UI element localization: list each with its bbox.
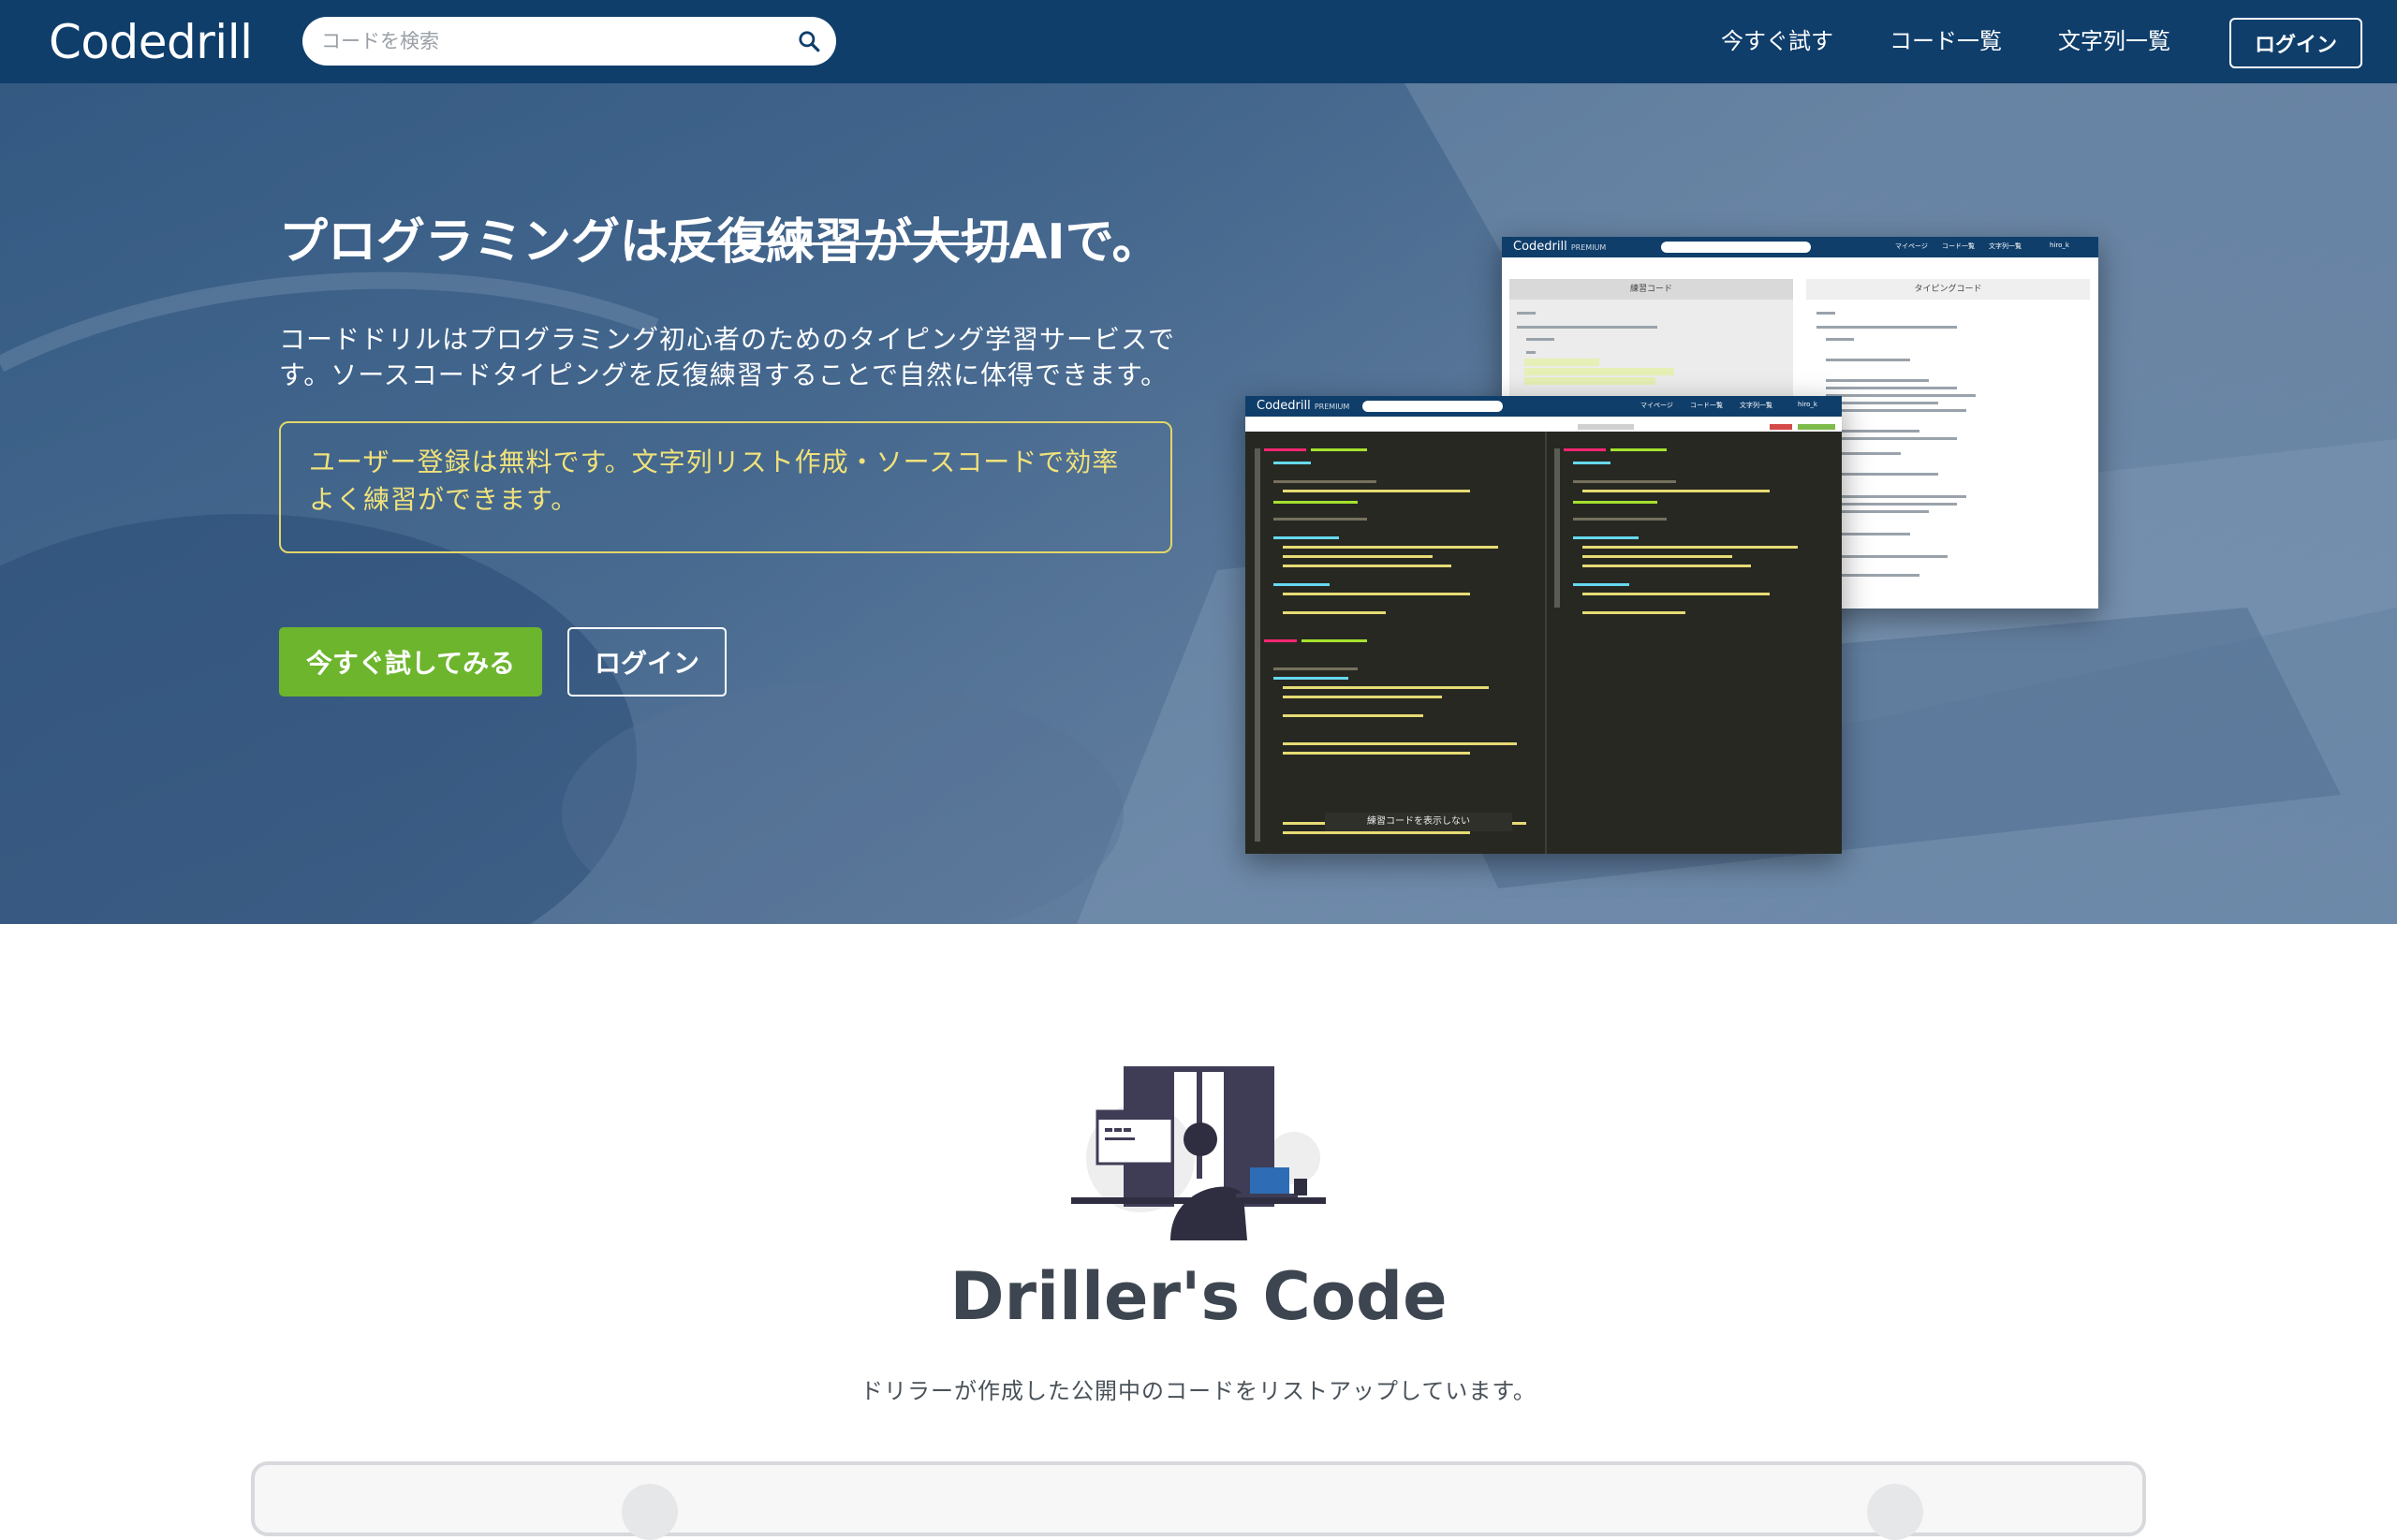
site-logo[interactable]: Codedrill [49, 13, 253, 71]
hero-title-struck: 反復練習が大切 [669, 214, 1010, 271]
driller-illustration [1071, 1066, 1326, 1240]
registration-notice: ユーザー登録は無料です。文字列リスト作成・ソースコードで効率よく練習ができます。 [279, 421, 1172, 553]
hero-section: プログラミングは反復練習が大切AIで。 コードドリルはプログラミング初心者のため… [0, 83, 2397, 924]
nav-link-try-now[interactable]: 今すぐ試す [1721, 24, 1833, 58]
section-title: Driller's Code [949, 1258, 1448, 1335]
try-now-button[interactable]: 今すぐ試してみる [279, 627, 542, 697]
logo-text[interactable]: Codedrill [49, 15, 253, 69]
hero-title-suffix: AIで。 [1009, 214, 1161, 271]
preview-front-code-lines [1255, 424, 1835, 854]
preview-screenshot-editor: Codedrill PREMIUM マイページ コード一覧 文字列一覧 hiro… [1245, 396, 1842, 854]
hero-title: プログラミングは反復練習が大切AIで。 [279, 210, 1161, 275]
hero-title-prefix: プログラミングは [279, 214, 669, 271]
top-navbar: Codedrill 今すぐ試す コード一覧 文字列一覧 ログイン [0, 0, 2397, 83]
search-input[interactable] [319, 17, 769, 66]
search-box[interactable] [302, 17, 836, 66]
nav-login-button[interactable]: ログイン [2229, 18, 2362, 68]
preview-toggle-label: 練習コードを表示しない [1325, 813, 1512, 831]
section-subtitle: ドリラーが作成した公開中のコードをリストアップしています。 [860, 1378, 1537, 1404]
code-list-card [251, 1461, 2146, 1540]
card-avatar-left [622, 1484, 678, 1540]
hero-description: コードドリルはプログラミング初心者のためのタイピング学習サービスです。ソースコー… [279, 324, 1176, 390]
card-avatar-right [1867, 1484, 1923, 1540]
nav-link-string-list[interactable]: 文字列一覧 [2058, 24, 2170, 58]
nav-link-code-list[interactable]: コード一覧 [1890, 24, 2002, 58]
search-icon[interactable] [797, 29, 821, 53]
hero-login-button[interactable]: ログイン [567, 627, 727, 697]
